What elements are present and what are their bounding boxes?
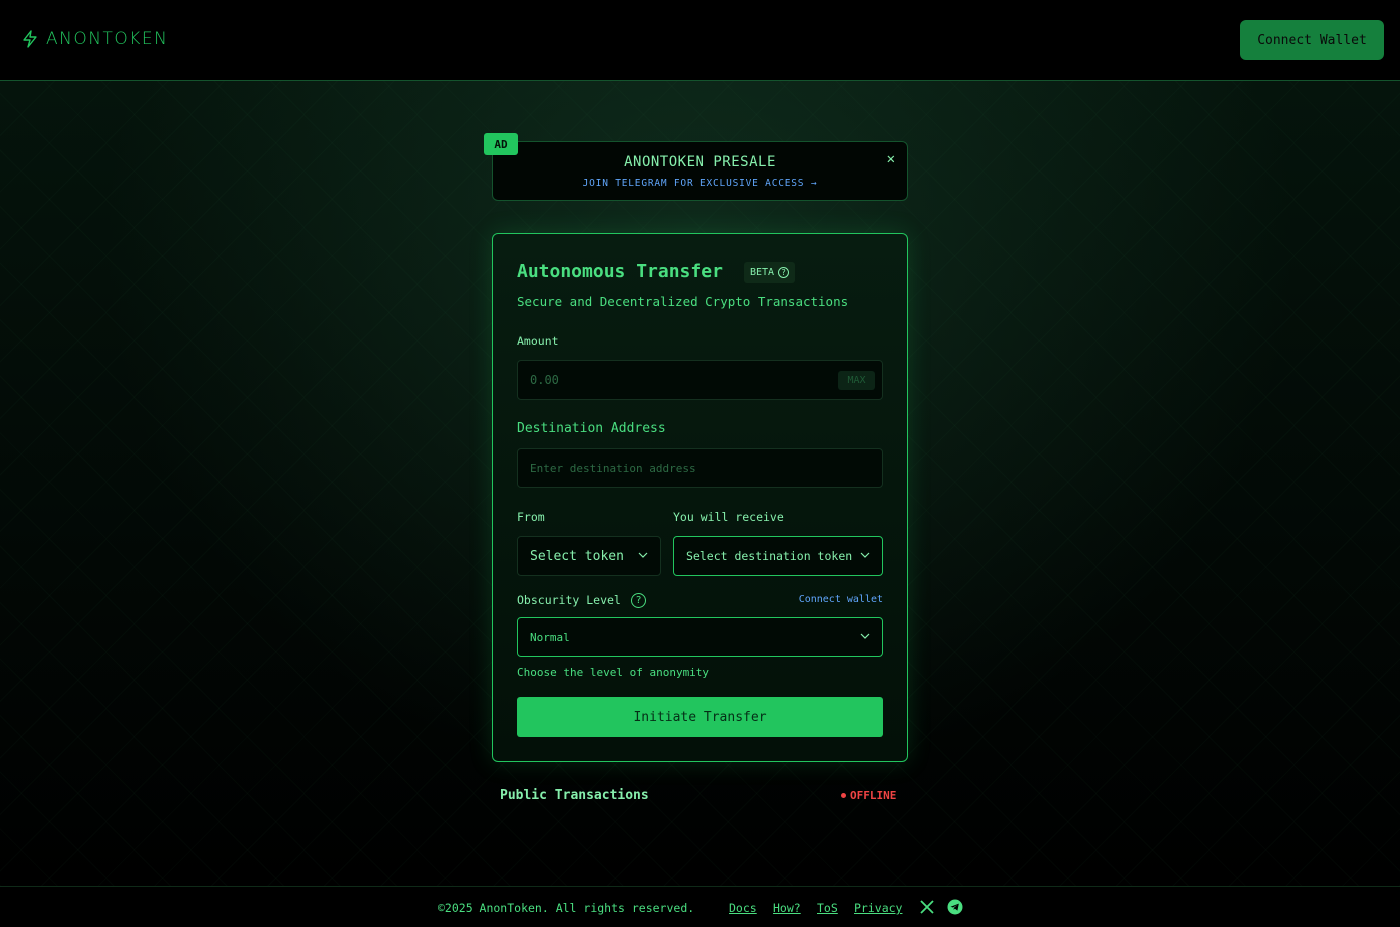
footer-link-docs[interactable]: Docs <box>729 901 757 915</box>
ad-link[interactable]: JOIN TELEGRAM FOR EXCLUSIVE ACCESS → <box>493 178 907 189</box>
help-icon[interactable]: ? <box>631 593 646 608</box>
status-dot <box>841 793 846 798</box>
footer-link-tos[interactable]: ToS <box>817 901 838 915</box>
close-icon[interactable]: ✕ <box>887 151 895 167</box>
chevron-down-icon <box>860 552 870 558</box>
logo-text: ANONTOKEN <box>46 29 169 49</box>
destination-address-input[interactable] <box>517 448 883 488</box>
obscurity-label: Obscurity Level <box>517 593 621 607</box>
amount-label: Amount <box>517 334 559 348</box>
connect-wallet-button[interactable]: Connect Wallet <box>1240 20 1384 60</box>
status-text: OFFLINE <box>850 789 897 802</box>
ad-banner[interactable]: ANONTOKEN PRESALE JOIN TELEGRAM FOR EXCL… <box>492 141 908 201</box>
destination-token-value: Select destination token <box>686 549 853 563</box>
connect-wallet-link[interactable]: Connect wallet <box>799 594 883 605</box>
logo[interactable]: ANONTOKEN <box>22 29 168 49</box>
transfer-card: Autonomous Transfer BETA ? Secure and De… <box>492 233 908 762</box>
x-icon[interactable] <box>919 899 935 915</box>
card-title: Autonomous Transfer <box>517 261 723 282</box>
footer-link-privacy[interactable]: Privacy <box>854 901 902 915</box>
copyright-text: ©2025 AnonToken. All rights reserved. <box>438 901 695 915</box>
public-transactions-title: Public Transactions <box>500 788 649 803</box>
receive-label: You will receive <box>673 510 784 524</box>
obscurity-level-select[interactable]: Normal <box>517 617 883 657</box>
status-badge: OFFLINE <box>841 789 896 802</box>
max-button[interactable]: MAX <box>838 371 875 390</box>
from-token-value: Select token <box>530 548 624 564</box>
telegram-icon[interactable] <box>947 899 963 915</box>
ad-title: ANONTOKEN PRESALE <box>624 154 776 170</box>
from-token-select[interactable]: Select token <box>517 536 661 576</box>
chevron-down-icon <box>638 552 648 558</box>
help-icon: ? <box>778 267 790 278</box>
card-subtitle: Secure and Decentralized Crypto Transact… <box>517 294 849 309</box>
beta-badge[interactable]: BETA ? <box>744 262 796 283</box>
lightning-bolt-icon <box>23 30 37 48</box>
obscurity-level-value: Normal <box>530 630 570 644</box>
ad-badge: AD <box>484 133 518 155</box>
obscurity-hint: Choose the level of anonymity <box>517 666 710 679</box>
footer-link-how[interactable]: How? <box>773 901 801 915</box>
amount-input[interactable] <box>517 360 883 400</box>
chevron-down-icon <box>860 633 870 639</box>
beta-label: BETA <box>750 267 775 278</box>
destination-token-select[interactable]: Select destination token <box>673 536 883 576</box>
initiate-transfer-button[interactable]: Initiate Transfer <box>517 697 883 737</box>
destination-label: Destination Address <box>517 421 666 436</box>
top-nav: ANONTOKEN Connect Wallet <box>0 0 1400 81</box>
from-label: From <box>517 510 545 524</box>
footer: ©2025 AnonToken. All rights reserved. Do… <box>0 886 1400 927</box>
